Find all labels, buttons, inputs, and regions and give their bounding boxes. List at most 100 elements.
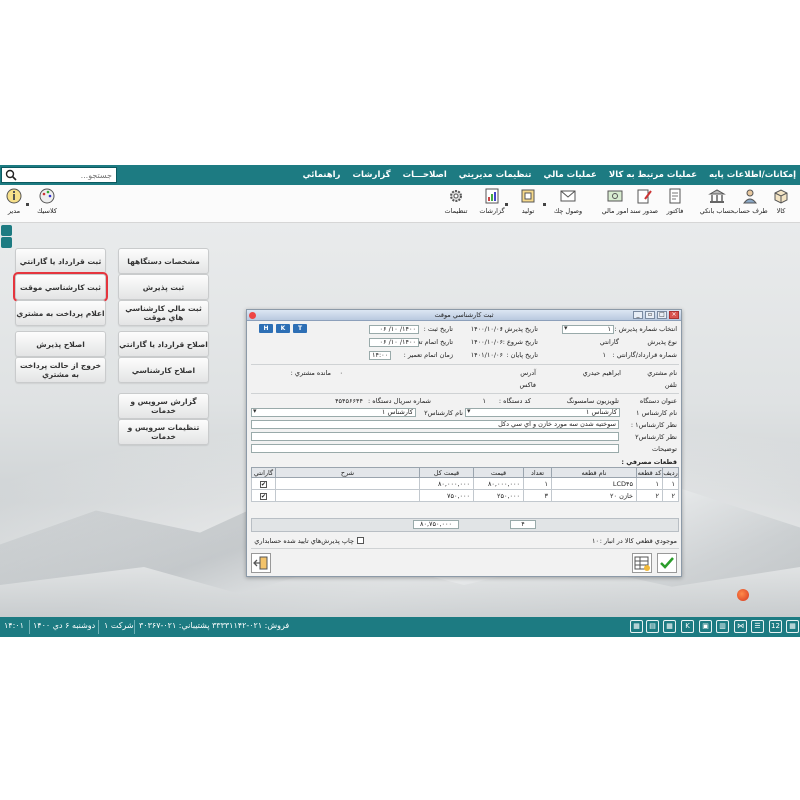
- toolbar-voucher-button[interactable]: صدور سند: [630, 187, 658, 221]
- menu-corrections[interactable]: اصلاحـــات: [403, 170, 447, 180]
- toolbar-reports-label: گزارشات: [479, 207, 505, 215]
- btn-register-contract[interactable]: ثبت قرارداد يا گارانتي: [15, 248, 106, 274]
- menu-base-info[interactable]: إمكانات/اطلاعات پايه: [709, 170, 796, 180]
- minimize-button[interactable]: _: [633, 311, 643, 319]
- side-user-icon[interactable]: [1, 237, 12, 248]
- btn-edit-reception[interactable]: اصلاح پذيرش: [15, 331, 106, 357]
- toolbar-goods-button[interactable]: كالا: [768, 187, 794, 221]
- table-row[interactable]: ۱ ۱ LCD۴۵ ۱ ۸۰,۰۰۰,۰۰۰ ۸۰,۰۰۰,۰۰۰ ✔: [251, 477, 679, 490]
- warranty-checkbox[interactable]: ✔: [260, 492, 267, 500]
- status-separator: [134, 620, 135, 634]
- hotkey-t-button[interactable]: T: [293, 324, 307, 333]
- start-date-value: ۱۴۰۰/۱۰/۰۶: [470, 338, 503, 346]
- menu-bar: إمكانات/اطلاعات پايه عمليات مرتبط به كال…: [0, 165, 800, 185]
- bank-icon: [708, 189, 726, 203]
- warranty-checkbox[interactable]: ✔: [260, 480, 267, 488]
- device-code-value: ۱: [482, 397, 487, 405]
- label-fax: فاكس: [519, 381, 536, 389]
- btn-financial-temp-expertise[interactable]: ثبت مالي كارشناسي هاي موقت: [118, 300, 209, 326]
- menu-financial[interactable]: عمليات مالي: [543, 170, 596, 180]
- toolbar-classic-button[interactable]: كلاسيك: [34, 187, 60, 221]
- cell-price: ۲۵۰,۰۰۰: [473, 489, 524, 502]
- toolbar-production-button[interactable]: توليد: [515, 187, 541, 221]
- dialog-title-bar: ثبت كارشناسي موقت _ ▫ □ ×: [247, 310, 681, 321]
- share-icon[interactable]: ⋈: [734, 620, 747, 633]
- table-row[interactable]: ۲ ۲ خازن ۲۰ ۳ ۲۵۰,۰۰۰ ۷۵۰,۰۰۰ ✔: [251, 489, 679, 502]
- expert2-opinion-input[interactable]: [251, 432, 619, 441]
- label-expert2-opinion: نظر كارشناس۲: [635, 433, 677, 441]
- btn-exit-payment-mode[interactable]: خروج از حالت پرداخت به مشتري: [15, 357, 106, 383]
- description-input[interactable]: [251, 444, 619, 453]
- repair-date-input[interactable]: ۱۴۰۰/ ۱۰/ ۰۶: [369, 338, 419, 347]
- label-repair-time: زمان اتمام تعمير :: [403, 351, 453, 359]
- calculator-icon[interactable]: ▤: [646, 620, 659, 633]
- cell-name: خازن ۲۰: [551, 489, 637, 502]
- k-icon[interactable]: K: [681, 620, 694, 633]
- repair-time-input[interactable]: ۱۴:۰۰: [369, 351, 391, 360]
- menu-goods-ops[interactable]: عمليات مرتبط به كالا: [609, 170, 697, 180]
- search-box[interactable]: [1, 167, 117, 183]
- search-input[interactable]: [2, 168, 116, 182]
- status-company: شركت ۱: [104, 621, 134, 630]
- maximize-button[interactable]: □: [657, 311, 667, 319]
- hotkey-k-button[interactable]: K: [276, 324, 290, 333]
- toolbar-party-button[interactable]: طرف حساب: [732, 187, 768, 221]
- toolbar-cheque-button[interactable]: وصول چك: [554, 187, 582, 221]
- reception-number-combo[interactable]: ۱: [562, 325, 614, 334]
- expert1-combo[interactable]: كارشناس ۱: [465, 408, 620, 417]
- btn-edit-expertise[interactable]: اصلاح كارشناسي: [118, 357, 209, 383]
- restore-button[interactable]: ▫: [645, 311, 655, 319]
- reg-date-input[interactable]: ۱۴۰۰/ ۱۰/ ۰۶: [369, 325, 419, 334]
- toolbar-separator: [543, 203, 546, 206]
- btn-customer-payment[interactable]: اعلام پرداخت به مشتري: [15, 300, 106, 326]
- btn-register-reception[interactable]: ثبت پذيرش: [118, 274, 209, 300]
- label-customer-balance: مانده مشتري :: [290, 369, 331, 377]
- expert2-combo[interactable]: كارشناس ۱: [251, 408, 416, 417]
- label-phone: تلفن: [664, 381, 677, 389]
- calendar-day-icon[interactable]: 12: [769, 620, 782, 633]
- menu-help[interactable]: راهنمائي: [303, 170, 341, 180]
- money-icon: [607, 190, 623, 202]
- menu-admin-settings[interactable]: تنظيمات مديريتي: [459, 170, 532, 180]
- toolbar-finance-label: امور مالي: [601, 207, 629, 215]
- window-icon[interactable]: ▣: [699, 620, 712, 633]
- btn-service-report[interactable]: گزارش سرويس و خدمات: [118, 393, 209, 419]
- menu-reports[interactable]: گزارشات: [352, 170, 390, 180]
- btn-service-settings[interactable]: تنظيمات سرويس و خدمات: [118, 419, 209, 445]
- layout-icon[interactable]: ▥: [716, 620, 729, 633]
- grid-view-button[interactable]: [632, 553, 652, 573]
- calendar-icon[interactable]: ▦: [630, 620, 643, 633]
- gear-icon: [450, 190, 462, 202]
- status-bar: ۱۴:۰۱ دوشنبه ۶ دي ۱۴۰۰ شركت ۱ فروش: ۰۲۱-…: [0, 617, 800, 637]
- btn-device-specs[interactable]: مشخصات دستگاهها: [118, 248, 209, 274]
- toolbar-finance-button[interactable]: امور مالي: [602, 187, 628, 221]
- expert1-opinion-input[interactable]: سوختيه شدن سه مورد خازن و اي سي دكل: [251, 420, 619, 429]
- close-button[interactable]: ×: [669, 311, 679, 319]
- side-panel-icon[interactable]: [1, 225, 12, 236]
- hotkey-h-button[interactable]: H: [259, 324, 273, 333]
- toolbar-cheque-label: وصول چك: [553, 207, 583, 215]
- toolbar-admin-button[interactable]: مدير: [1, 187, 27, 221]
- confirm-button[interactable]: [657, 553, 677, 573]
- cell-code: ۱: [636, 477, 663, 490]
- label-address: آدرس: [520, 369, 536, 377]
- grid-icon[interactable]: ▦: [663, 620, 676, 633]
- expert2-value: كارشناس ۱: [381, 408, 413, 416]
- btn-temp-expertise[interactable]: ثبت كارشناسي موقت: [13, 272, 108, 302]
- total-amount-value: ۸۰,۷۵۰,۰۰۰: [413, 520, 459, 529]
- btn-edit-contract[interactable]: اصلاح قرارداد يا گارانتي: [118, 331, 209, 357]
- expert1-value: كارشناس ۱: [585, 408, 617, 416]
- divider: [251, 393, 679, 394]
- label-device-title: عنوان دستگاه: [639, 397, 677, 405]
- list-icon[interactable]: ☰: [751, 620, 764, 633]
- exit-button[interactable]: [251, 553, 271, 573]
- tiles-icon[interactable]: ▦: [786, 620, 799, 633]
- col-qty: تعداد: [523, 467, 552, 478]
- print-receptions-checkbox[interactable]: [357, 537, 364, 544]
- toolbar-settings-button[interactable]: تنظيمات: [443, 187, 469, 221]
- toolbar-invoice-button[interactable]: فاكتور: [662, 187, 688, 221]
- toolbar: كالا طرف حساب حساب بانكي فاكتور صدور سند…: [0, 185, 800, 223]
- toolbar-bank-button[interactable]: حساب بانكي: [700, 187, 734, 221]
- search-icon[interactable]: [5, 169, 17, 181]
- toolbar-reports-button[interactable]: گزارشات: [479, 187, 505, 221]
